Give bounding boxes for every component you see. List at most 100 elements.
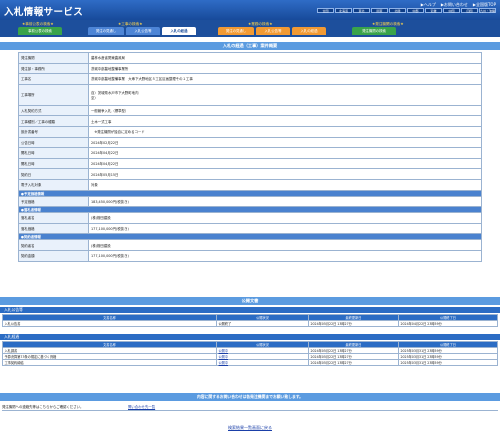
tab-service-outlook[interactable]: 発注の見通し [218,27,254,35]
contact-label: 発注機関への連絡先等はこちらからご確認ください。 [2,405,84,409]
detail-row: 公告日時 2024年02月22日 [18,136,482,149]
detail-row: 契約日 2024年05月15日 [18,168,482,180]
detail-row: 発注部・事務所 茨城中部農地整備事業所 [18,62,482,75]
doc-status: 公開終了 [216,320,309,327]
region-button[interactable]: 中部 [407,8,424,13]
detail-value: 茨城中部農地整備事業 大串下大野地区５工区区画整理その１工事 [88,73,482,85]
progress-docs-title: 入札経過 [0,334,500,340]
tab-preannounce-search[interactable]: 事前公表の検索 [18,27,62,35]
detail-label: 落札価格 [18,222,89,235]
detail-row: 契約金額 177,100,000円(税抜き) [18,249,482,262]
contact-bar: 内容に関するお問い合わせは各発注機関までお願い致します。 [0,393,500,401]
detail-value: ※発注機関が独自に定めるコード [88,125,482,138]
region-button[interactable]: 中国 [443,8,460,13]
detail-label: 開札日時 [18,147,89,159]
detail-row: 落札価格 177,100,000円(税抜き) [18,222,482,235]
section-title: 入札の経過（工事）案件概要 [0,42,500,50]
case-detail-table: 発注機関 農林水産省関東農政局 発注部・事務所 茨城中部農地整備事業所 工事名 茨城中… [18,52,482,262]
contact-list-link[interactable]: 問い合わせ先一覧 [128,404,155,409]
region-button[interactable]: 関東 [371,8,388,13]
table-row: 入札公告書 公開終了 2024年05月22日 13時27分 2024年04月22… [2,320,498,327]
detail-row: 入札契約方式 一般競争入札（標準型） [18,104,482,117]
doc-open-link[interactable]: 公開中 [219,355,229,359]
detail-value: 2024年05月15日 [88,168,482,180]
detail-value: (株)檜田建設 [88,212,482,224]
tab-service-notice[interactable]: 入札公告等 [256,27,290,35]
region-button[interactable]: 九州・沖縄 [479,8,496,13]
detail-value: 177,100,000円(税抜き) [88,222,482,235]
detail-value: 茨城中部農地整備事業所 [88,62,482,75]
group-title-service: ★業務の検索★ [248,21,273,26]
progress-docs-table: 文書名称 公開状況 最終更新日 公開終了日 入札調書 公開中 2024年05月2… [2,341,498,366]
detail-value: 2024年04月22日 [88,147,482,159]
notice-docs-title: 入札公告等 [0,307,500,313]
detail-row: 設計書番号 ※発注機関が独自に定めるコード [18,125,482,138]
detail-label: 落札者名 [18,212,89,224]
region-button[interactable]: 北海道 [335,8,352,13]
detail-value: 2024年04月22日 [88,157,482,170]
site-header: 入札情報サービス ▶ヘルプ ▶お問い合わせ ▶全国版TOP 全国 北海道 東北 … [0,0,500,20]
detail-row: 開札日時 2024年04月22日 [18,157,482,170]
detail-row: 開札日時 2024年04月22日 [18,147,482,159]
doc-open-link[interactable]: 公開中 [219,349,229,353]
region-button[interactable]: 北陸 [389,8,406,13]
doc-open-link[interactable]: 公開中 [219,361,229,365]
doc-end: 2024年04月22日 23時59分 [398,320,498,327]
detail-value: 2024年02月22日 [88,136,482,149]
detail-value: 183,450,000円(税抜き) [88,195,482,208]
tab-construction-notice[interactable]: 入札公告等 [126,27,160,35]
detail-row: 予定価格 183,450,000円(税抜き) [18,195,482,208]
region-button[interactable]: 近畿 [425,8,442,13]
detail-label: 開札日時 [18,157,89,170]
detail-label: 工事種別／工事の種類 [18,115,89,127]
tab-construction-progress[interactable]: 入札の経過 [162,27,196,35]
region-button[interactable]: 全国 [317,8,334,13]
doc-updated: 2024年05月22日 13時27分 [308,359,399,366]
region-buttons: 全国 北海道 東北 関東 北陸 中部 近畿 中国 四国 九州・沖縄 [317,8,496,13]
table-row: 工事契約締結 公開中 2024年05月22日 13時27分 2025年03月31… [2,359,498,366]
detail-label: 発注機関 [18,52,89,64]
detail-label: 契約日 [18,168,89,180]
group-title-construction: ★工事の検索★ [118,21,143,26]
doc-status-link[interactable]: 公開中 [216,359,309,366]
doc-name: 入札公告書 [2,320,217,327]
back-to-results-link[interactable]: 検索結果一覧画面に戻る [228,425,272,430]
detail-label: 入札契約方式 [18,104,89,117]
group-title-agency: ★発注機関の検索★ [372,21,404,26]
detail-value: 土木一式工事 [88,115,482,127]
detail-value: 自）茨城県水戸市下大野町地内 至） [88,83,482,106]
detail-value: 対象 [88,178,482,191]
doc-name: 工事契約締結 [2,359,217,366]
contact-row: 発注機関への連絡先等はこちらからご確認ください。 問い合わせ先一覧 [2,403,498,411]
detail-row: 発注機関 農林水産省関東農政局 [18,52,482,64]
detail-label: 公告日時 [18,136,89,149]
region-button[interactable]: 四国 [461,8,478,13]
detail-value: 農林水産省関東農政局 [88,52,482,64]
public-docs-title: 公開文書 [0,297,500,305]
notice-docs-table: 文書名称 公開状況 最終更新日 公開終了日 入札公告書 公開終了 2024年05… [2,314,498,327]
group-title-preannounce: ★事前公表の検索★ [22,21,54,26]
tab-agency-search[interactable]: 発注機関の検索 [352,27,396,35]
detail-row: 工事場所 自）茨城県水戸市下大野町地内 至） [18,83,482,106]
site-logo[interactable]: 入札情報サービス [4,4,83,18]
detail-row: 電子入札対象 対象 [18,178,482,191]
detail-label: 工事場所 [18,83,89,106]
detail-label: 予定価格 [18,195,89,208]
detail-label: 設計書番号 [18,125,89,138]
tab-construction-outlook[interactable]: 発注の見通し [88,27,124,35]
detail-label: 工事名 [18,73,89,85]
detail-row: 契約者名 (株)檜田建設 [18,239,482,251]
region-button[interactable]: 東北 [353,8,370,13]
detail-value: (株)檜田建設 [88,239,482,251]
detail-row: 工事名 茨城中部農地整備事業 大串下大野地区５工区区画整理その１工事 [18,73,482,85]
back-to-results: 検索結果一覧画面に戻る [0,425,500,431]
doc-updated: 2024年05月22日 13時27分 [308,320,399,327]
detail-label: 電子入札対象 [18,178,89,191]
detail-label: 発注部・事務所 [18,62,89,75]
tab-service-progress[interactable]: 入札の経過 [292,27,326,35]
detail-value: 一般競争入札（標準型） [88,104,482,117]
detail-label: 契約金額 [18,249,89,262]
detail-row: 工事種別／工事の種類 土木一式工事 [18,115,482,127]
doc-end: 2025年03月31日 23時59分 [398,359,498,366]
detail-label: 契約者名 [18,239,89,251]
